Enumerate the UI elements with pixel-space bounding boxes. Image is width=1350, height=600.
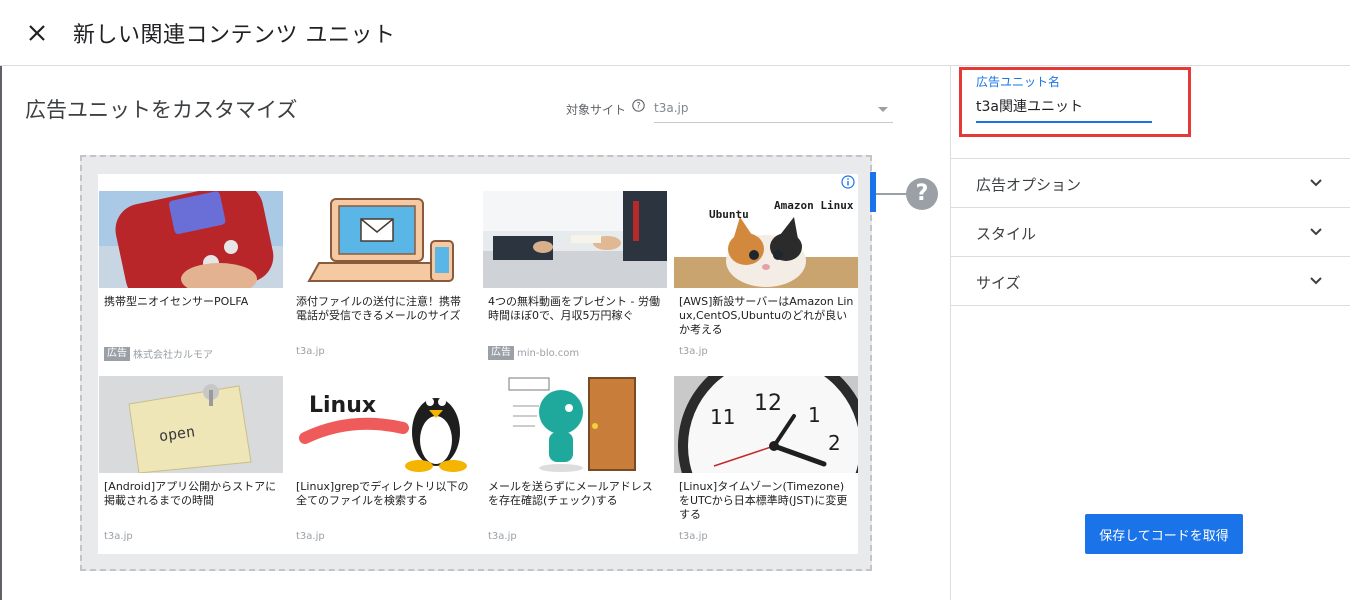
related-content-unit: 携帯型ニオイセンサーPOLFA 広告 株式会社カルモア 添付ファイルの送付に注意… <box>98 174 858 554</box>
content-card[interactable]: 添付ファイルの送付に注意！携帯電話が受信できるメールのサイズ t3a.jp <box>291 191 475 371</box>
chevron-down-icon <box>1310 277 1322 285</box>
svg-text:2: 2 <box>828 431 841 455</box>
section-size[interactable]: サイズ <box>951 256 1350 305</box>
wall-clock-image: 12 1 2 11 <box>674 376 858 473</box>
card-source: 広告 min-blo.com <box>488 346 579 360</box>
content-card[interactable]: 4つの無料動画をプレゼント - 労働時間ほぼ0で、月収5万円稼ぐ 広告 min-… <box>483 191 667 371</box>
customize-heading: 広告ユニットをカスタマイズ <box>25 98 298 122</box>
content-card[interactable]: メールを送らずにメールアドレスを存在確認(チェック)する t3a.jp <box>483 376 667 556</box>
card-thumbnail: Linux <box>291 376 475 473</box>
close-icon <box>29 25 45 41</box>
thumb-text: Linux <box>309 393 376 418</box>
ad-preview-frame: 携帯型ニオイセンサーPOLFA 広告 株式会社カルモア 添付ファイルの送付に注意… <box>80 155 872 571</box>
card-source: t3a.jp <box>296 346 325 357</box>
ad-badge: 広告 <box>488 346 514 360</box>
card-source: t3a.jp <box>104 531 133 542</box>
section-label: スタイル <box>976 225 1037 243</box>
card-source-text: t3a.jp <box>296 531 325 542</box>
card-title: [Linux]grepでディレクトリ以下の全てのファイルを検索する <box>296 480 469 507</box>
card-title: 4つの無料動画をプレゼント - 労働時間ほぼ0で、月収5万円稼ぐ <box>488 295 660 322</box>
window-edge <box>0 0 2 600</box>
card-title: [Linux]タイムゾーン(Timezone)をUTCから日本標準時(JST)に… <box>679 480 848 521</box>
content-card[interactable]: Linux [Linux]grepでディレクトリ以下の全てのファイルを検索する … <box>291 376 475 556</box>
card-source: t3a.jp <box>488 531 517 542</box>
card-thumbnail <box>483 376 667 473</box>
site-label: 対象サイト <box>566 103 627 117</box>
door-character-image <box>483 376 667 473</box>
settings-panel: 広告ユニット名 t3a関連ユニット 広告オプション スタイル サイズ 保存してコ… <box>950 66 1350 600</box>
card-thumbnail <box>99 191 283 288</box>
svg-text:?: ? <box>636 102 641 112</box>
odor-sensor-image <box>99 191 283 288</box>
site-select[interactable]: t3a.jp <box>654 96 893 123</box>
laptop-mail-image <box>291 191 475 288</box>
content-card[interactable]: 携帯型ニオイセンサーPOLFA 広告 株式会社カルモア <box>99 191 283 371</box>
card-source-text: 株式会社カルモア <box>133 350 213 361</box>
card-source: t3a.jp <box>679 531 708 542</box>
divider <box>951 305 1350 306</box>
card-source-text: t3a.jp <box>104 531 133 542</box>
linux-penguin-image: Linux <box>291 376 475 473</box>
content-card[interactable]: 12 1 2 11 [Linux]タイムゾーン(Timezone)をUTCから日… <box>674 376 858 556</box>
help-icon[interactable]: ? <box>906 178 938 210</box>
top-bar: 新しい関連コンテンツ ユニット <box>0 0 1350 66</box>
content-card[interactable]: Ubuntu Amazon Linux [AWS]新設サーバーはAmazon L… <box>674 191 858 371</box>
ad-unit-name-input[interactable]: t3a関連ユニット <box>976 96 1083 116</box>
card-source-text: t3a.jp <box>296 346 325 357</box>
card-thumbnail <box>483 191 667 288</box>
svg-text:1: 1 <box>808 403 821 427</box>
card-thumbnail <box>291 191 475 288</box>
card-source: t3a.jp <box>296 531 325 542</box>
site-select-value: t3a.jp <box>654 101 689 115</box>
section-label: サイズ <box>976 274 1021 292</box>
card-title: [AWS]新設サーバーはAmazon Linux,CentOS,Ubuntuのど… <box>679 295 854 336</box>
caret-down-icon <box>878 107 888 112</box>
card-source-text: t3a.jp <box>679 531 708 542</box>
ad-badge: 広告 <box>104 346 130 361</box>
close-button[interactable] <box>22 18 52 48</box>
kitten-image: Ubuntu Amazon Linux <box>674 191 858 288</box>
card-source-text: min-blo.com <box>517 347 580 359</box>
card-title: メールを送らずにメールアドレスを存在確認(チェック)する <box>488 480 653 507</box>
chevron-down-icon <box>1310 228 1322 236</box>
input-underline <box>976 121 1152 123</box>
open-note-image: open <box>99 376 283 473</box>
ad-unit-name-label: 広告ユニット名 <box>976 75 1061 89</box>
section-style[interactable]: スタイル <box>951 207 1350 256</box>
help-icon[interactable]: ? <box>632 99 645 112</box>
svg-text:12: 12 <box>754 391 782 416</box>
preview-side-tab[interactable] <box>870 172 876 212</box>
thumb-text: Ubuntu <box>709 208 749 221</box>
card-thumbnail: Ubuntu Amazon Linux <box>674 191 858 288</box>
card-source: t3a.jp <box>679 346 708 357</box>
page-title: 新しい関連コンテンツ ユニット <box>73 23 396 48</box>
card-source-text: t3a.jp <box>488 531 517 542</box>
card-title: 添付ファイルの送付に注意！携帯電話が受信できるメールのサイズ <box>296 295 461 322</box>
ad-unit-name-field[interactable]: 広告ユニット名 t3a関連ユニット <box>976 66 1176 126</box>
section-label: 広告オプション <box>976 176 1082 194</box>
adchoices-info-icon[interactable] <box>841 175 855 189</box>
meeting-photo-image <box>483 191 667 288</box>
help-connector <box>876 193 908 195</box>
card-thumbnail: open <box>99 376 283 473</box>
section-ad-options[interactable]: 広告オプション <box>951 158 1350 207</box>
svg-text:11: 11 <box>710 405 735 429</box>
card-title: 携帯型ニオイセンサーPOLFA <box>104 295 249 308</box>
content-card[interactable]: open [Android]アプリ公開からストアに掲載されるまでの時間 t3a.… <box>99 376 283 556</box>
save-and-get-code-button[interactable]: 保存してコードを取得 <box>1085 514 1243 554</box>
chevron-down-icon <box>1310 179 1322 187</box>
card-thumbnail: 12 1 2 11 <box>674 376 858 473</box>
card-source: 広告 株式会社カルモア <box>104 346 213 361</box>
thumb-text: Amazon Linux <box>774 199 854 212</box>
card-source-text: t3a.jp <box>679 346 708 357</box>
card-title: [Android]アプリ公開からストアに掲載されるまでの時間 <box>104 480 277 507</box>
